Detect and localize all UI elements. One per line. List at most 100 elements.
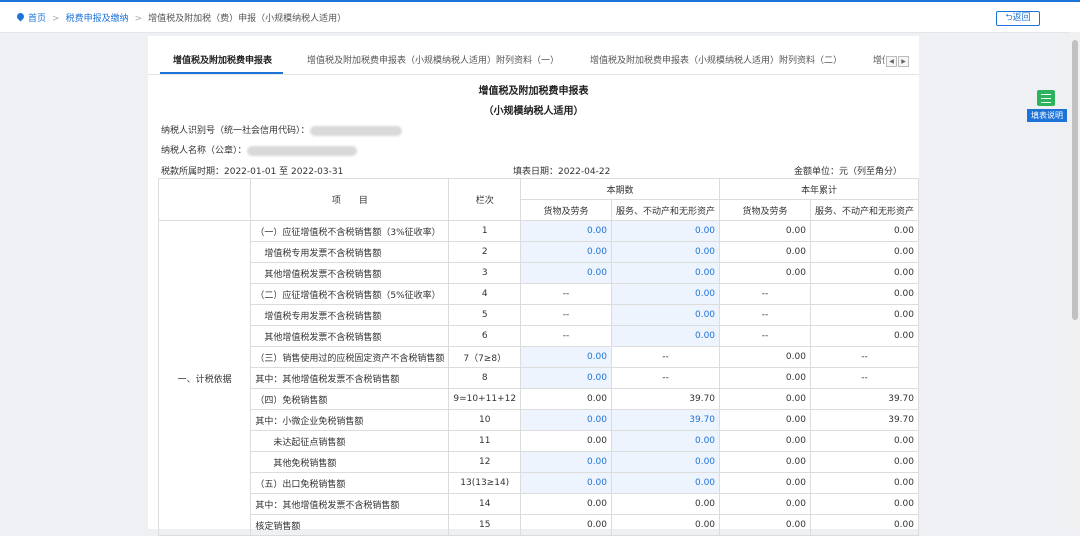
- tab-next[interactable]: 增值: [873, 53, 885, 66]
- table-row: 其他增值税发票不含税销售额 6 -- 0.00 -- 0.00: [159, 325, 920, 347]
- row-value[interactable]: 0.00: [520, 262, 613, 284]
- row-value[interactable]: 0.00: [611, 472, 721, 494]
- row-value[interactable]: 39.70: [611, 409, 721, 431]
- row-item: 其他增值税发票不含税销售额: [250, 325, 450, 347]
- row-line: 8: [448, 367, 522, 389]
- row-value: 0.00: [809, 493, 920, 515]
- row-value[interactable]: 0.00: [520, 220, 613, 242]
- page-scrollbar[interactable]: [1070, 32, 1080, 529]
- row-item: 其他免税销售额: [250, 451, 450, 473]
- row-value: 0.00: [809, 241, 920, 263]
- form-title: 增值税及附加税费申报表: [478, 86, 589, 97]
- active-tab-indicator: [160, 72, 283, 74]
- row-item: 其他增值税发票不含税销售额: [250, 262, 450, 284]
- row-value[interactable]: 0.00: [520, 241, 613, 263]
- row-value: --: [719, 325, 811, 347]
- tab-schedule-2[interactable]: 增值税及附加税费申报表（小规模纳税人适用）附列资料（二）: [590, 53, 842, 66]
- row-value: --: [611, 367, 721, 389]
- row-line: 10: [448, 409, 522, 431]
- row-value: 39.70: [809, 409, 920, 431]
- row-item: 其中：其他增值税发票不含税销售额: [250, 367, 450, 389]
- back-button-label: 返回: [1012, 13, 1031, 23]
- row-item: （三）销售使用过的应税固定资产不含税销售额: [250, 346, 450, 368]
- row-item: （二）应征增值税不含税销售额（5%征收率）: [250, 283, 450, 305]
- tab-schedule-1[interactable]: 增值税及附加税费申报表（小规模纳税人适用）附列资料（一）: [307, 53, 559, 66]
- row-line: 6: [448, 325, 522, 347]
- row-line: 2: [448, 241, 522, 263]
- tax-period: 税款所属时期：2022-01-01 至 2022-03-31: [161, 167, 344, 177]
- row-value: 0.00: [719, 262, 811, 284]
- form-panel: 增值税及附加税费申报表 增值税及附加税费申报表（小规模纳税人适用）附列资料（一）…: [148, 36, 920, 536]
- back-button[interactable]: ⮌返回: [996, 11, 1040, 26]
- row-value[interactable]: 0.00: [611, 220, 721, 242]
- row-value: 0.00: [719, 220, 811, 242]
- table-row: 未达起征点销售额 11 0.00 0.00 0.00 0.00: [159, 430, 920, 452]
- row-value: 0.00: [520, 430, 613, 452]
- tab-main-form[interactable]: 增值税及附加税费申报表: [173, 53, 272, 66]
- row-value[interactable]: 0.00: [611, 451, 721, 473]
- row-value[interactable]: 0.00: [611, 262, 721, 284]
- row-item: 未达起征点销售额: [250, 430, 450, 452]
- table-row: 增值税专用发票不含税销售额 5 -- 0.00 -- 0.00: [159, 304, 920, 326]
- row-value[interactable]: 0.00: [611, 241, 721, 263]
- row-value: 39.70: [611, 388, 721, 410]
- row-value[interactable]: 0.00: [611, 283, 721, 305]
- row-value[interactable]: 0.00: [520, 409, 613, 431]
- table-row: （四）免税销售额 9=10+11+12 0.00 39.70 0.00 39.70: [159, 388, 920, 410]
- header-goods-current: 货物及劳务: [520, 199, 613, 221]
- header-item: 项 目: [250, 178, 450, 221]
- tab-right-arrow-icon[interactable]: ▶: [898, 56, 909, 67]
- row-line: 4: [448, 283, 522, 305]
- row-line: 3: [448, 262, 522, 284]
- row-line: 13(13≥14): [448, 472, 522, 494]
- row-value[interactable]: 0.00: [520, 472, 613, 494]
- corner-cell: [157, 178, 252, 221]
- fill-instructions-button[interactable]: 填表说明: [1027, 90, 1069, 122]
- row-value: 0.00: [719, 367, 811, 389]
- row-item: （四）免税销售额: [250, 388, 450, 410]
- row-value[interactable]: 0.00: [520, 346, 613, 368]
- row-value[interactable]: 0.00: [611, 430, 721, 452]
- breadcrumb-section[interactable]: 税费申报及缴纳: [66, 14, 129, 24]
- tab-left-arrow-icon[interactable]: ◀: [886, 56, 897, 67]
- row-value: --: [520, 304, 613, 326]
- row-value: 0.00: [809, 430, 920, 452]
- row-item: 其中：其他增值税发票不含税销售额: [250, 493, 450, 515]
- taxpayer-id-label: 纳税人识别号（统一社会信用代码）：: [161, 126, 310, 136]
- row-value: 0.00: [809, 472, 920, 494]
- row-value: 0.00: [719, 409, 811, 431]
- breadcrumb-home[interactable]: 首页: [28, 14, 46, 24]
- row-value: 0.00: [520, 514, 613, 536]
- row-value: --: [809, 346, 920, 368]
- table-row: 核定销售额 15 0.00 0.00 0.00 0.00: [159, 514, 920, 536]
- row-value[interactable]: 0.00: [611, 304, 721, 326]
- taxpayer-id-row: 纳税人识别号（统一社会信用代码）：: [161, 123, 402, 136]
- table-row: 其中：其他增值税发票不含税销售额 8 0.00 -- 0.00 --: [159, 367, 920, 389]
- row-item: （五）出口免税销售额: [250, 472, 450, 494]
- row-item: 核定销售额: [250, 514, 450, 536]
- row-value: 0.00: [809, 451, 920, 473]
- header-services-ytd: 服务、不动产和无形资产: [809, 199, 920, 221]
- header-goods-ytd: 货物及劳务: [719, 199, 811, 221]
- row-value: 0.00: [719, 472, 811, 494]
- row-value: --: [719, 304, 811, 326]
- section-label: 一、计税依据: [157, 220, 252, 536]
- row-value[interactable]: 0.00: [520, 367, 613, 389]
- row-value[interactable]: 0.00: [520, 451, 613, 473]
- table-row: 一、计税依据 （一）应征增值税不含税销售额（3%征收率） 1 0.00 0.00 0.00…: [157, 220, 920, 536]
- row-value[interactable]: 0.00: [611, 325, 721, 347]
- row-line: 9=10+11+12: [448, 388, 522, 410]
- row-line: 11: [448, 430, 522, 452]
- row-value: --: [809, 367, 920, 389]
- taxpayer-id-redacted: [309, 125, 402, 136]
- row-value: 0.00: [719, 493, 811, 515]
- row-value: 0.00: [719, 430, 811, 452]
- row-value: 0.00: [719, 451, 811, 473]
- row-item: 其中：小微企业免税销售额: [250, 409, 450, 431]
- scrollbar-thumb[interactable]: [1072, 40, 1078, 320]
- declaration-table: 项 目 栏次 本期数 本年累计 货物及劳务 服务、不动产和无形资产 货物及劳务 …: [157, 178, 920, 536]
- breadcrumb-separator: >: [52, 14, 60, 24]
- row-line: 12: [448, 451, 522, 473]
- fill-instructions-label: 填表说明: [1027, 109, 1067, 122]
- header-current: 本期数: [520, 178, 721, 200]
